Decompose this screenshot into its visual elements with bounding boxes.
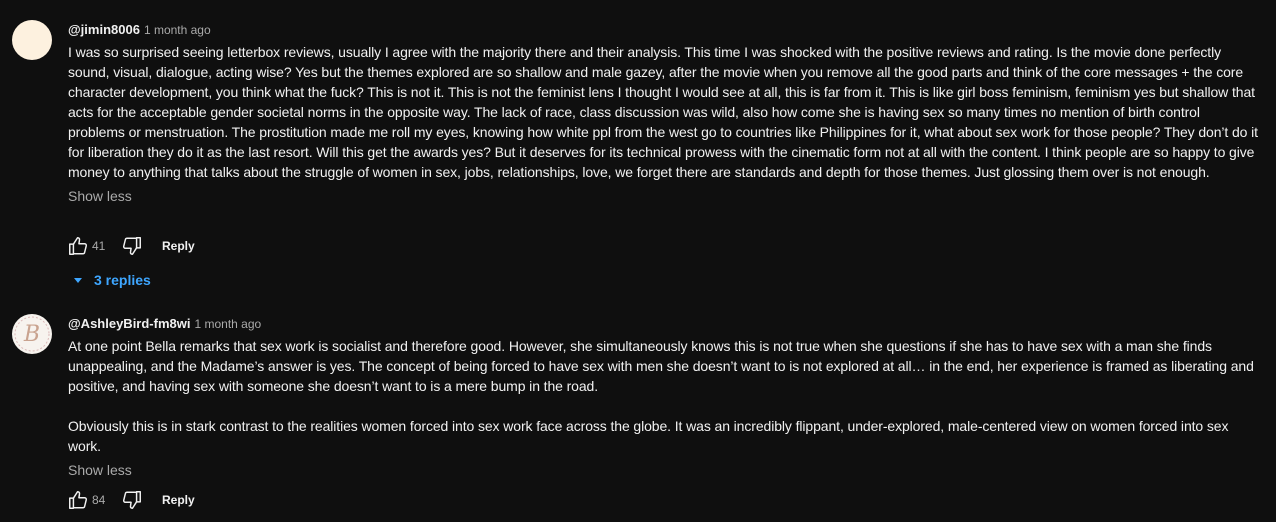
like-count: 41 <box>92 239 106 253</box>
avatar[interactable] <box>12 20 52 60</box>
comment-actions: 84 Reply <box>66 488 195 512</box>
avatar-b-monogram: B <box>14 316 50 352</box>
like-count: 84 <box>92 493 106 507</box>
show-less-button[interactable]: Show less <box>68 460 132 480</box>
comment-header: @AshleyBird-fm8wi 1 month ago <box>68 315 1258 333</box>
comment-text: I was so surprised seeing letterbox revi… <box>68 42 1258 182</box>
comment-header: @jimin8006 1 month ago <box>68 21 1258 39</box>
comment-author[interactable]: @jimin8006 <box>68 22 140 37</box>
like-button[interactable] <box>66 488 90 512</box>
dislike-button[interactable] <box>120 234 144 258</box>
comment-timestamp[interactable]: 1 month ago <box>194 317 261 331</box>
comment-author[interactable]: @AshleyBird-fm8wi <box>68 316 190 331</box>
comment-text: At one point Bella remarks that sex work… <box>68 336 1258 456</box>
comment-actions: 41 Reply <box>66 234 195 258</box>
view-replies-button[interactable]: 3 replies <box>72 266 151 294</box>
thumbs-up-icon <box>69 237 88 255</box>
comment-timestamp[interactable]: 1 month ago <box>144 23 211 37</box>
comment-paragraph: I was so surprised seeing letterbox revi… <box>68 44 1258 180</box>
comments-section: @jimin8006 1 month ago I was so surprised… <box>0 0 1276 522</box>
replies-count-label: 3 replies <box>94 272 151 288</box>
chevron-down-icon <box>74 278 82 283</box>
svg-text:B: B <box>23 322 40 347</box>
thumbs-down-icon <box>122 237 141 255</box>
reply-button[interactable]: Reply <box>162 239 195 253</box>
show-less-button[interactable]: Show less <box>68 186 132 206</box>
comment-paragraph: At one point Bella remarks that sex work… <box>68 338 1254 394</box>
comment-paragraph: Obviously this is in stark contrast to t… <box>68 418 1229 454</box>
reply-button[interactable]: Reply <box>162 493 195 507</box>
dislike-button[interactable] <box>120 488 144 512</box>
thumbs-up-icon <box>69 491 88 509</box>
thumbs-down-icon <box>122 491 141 509</box>
avatar[interactable]: B <box>12 314 52 354</box>
like-button[interactable] <box>66 234 90 258</box>
